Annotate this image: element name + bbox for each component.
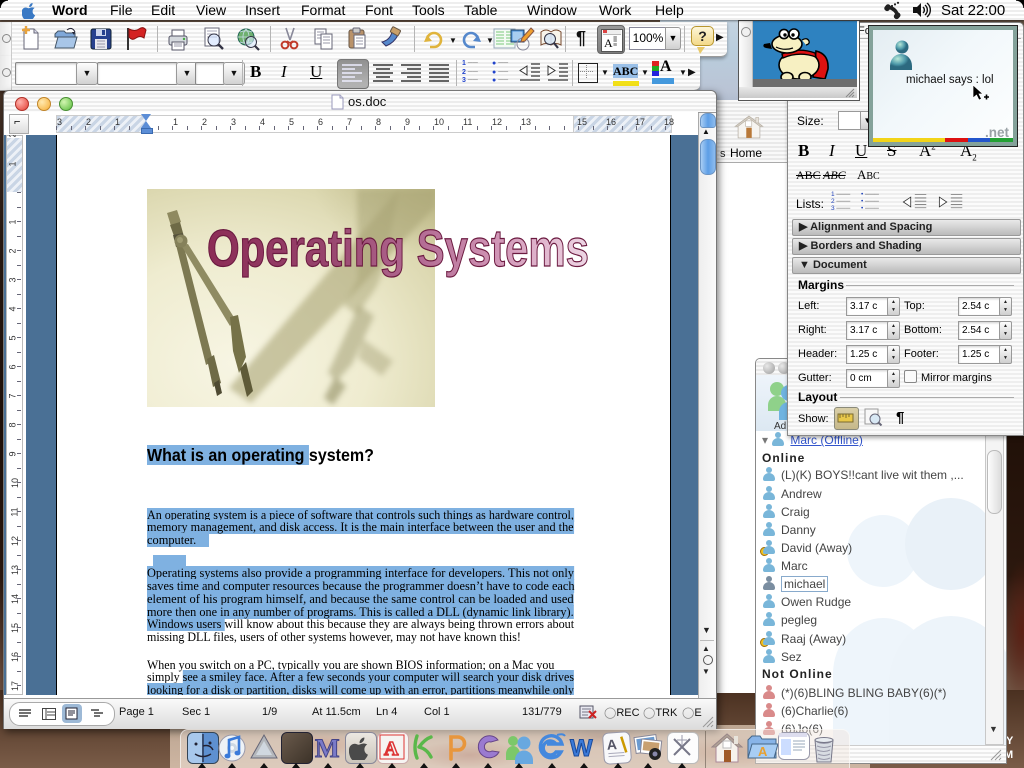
svg-text:M: M [315,734,340,762]
svg-text:A: A [606,736,617,753]
svg-text:W: W [570,735,593,762]
svg-text:Operating Systems: Operating Systems [207,220,589,278]
svg-text:A: A [758,744,768,759]
svg-text:A: A [384,738,399,760]
